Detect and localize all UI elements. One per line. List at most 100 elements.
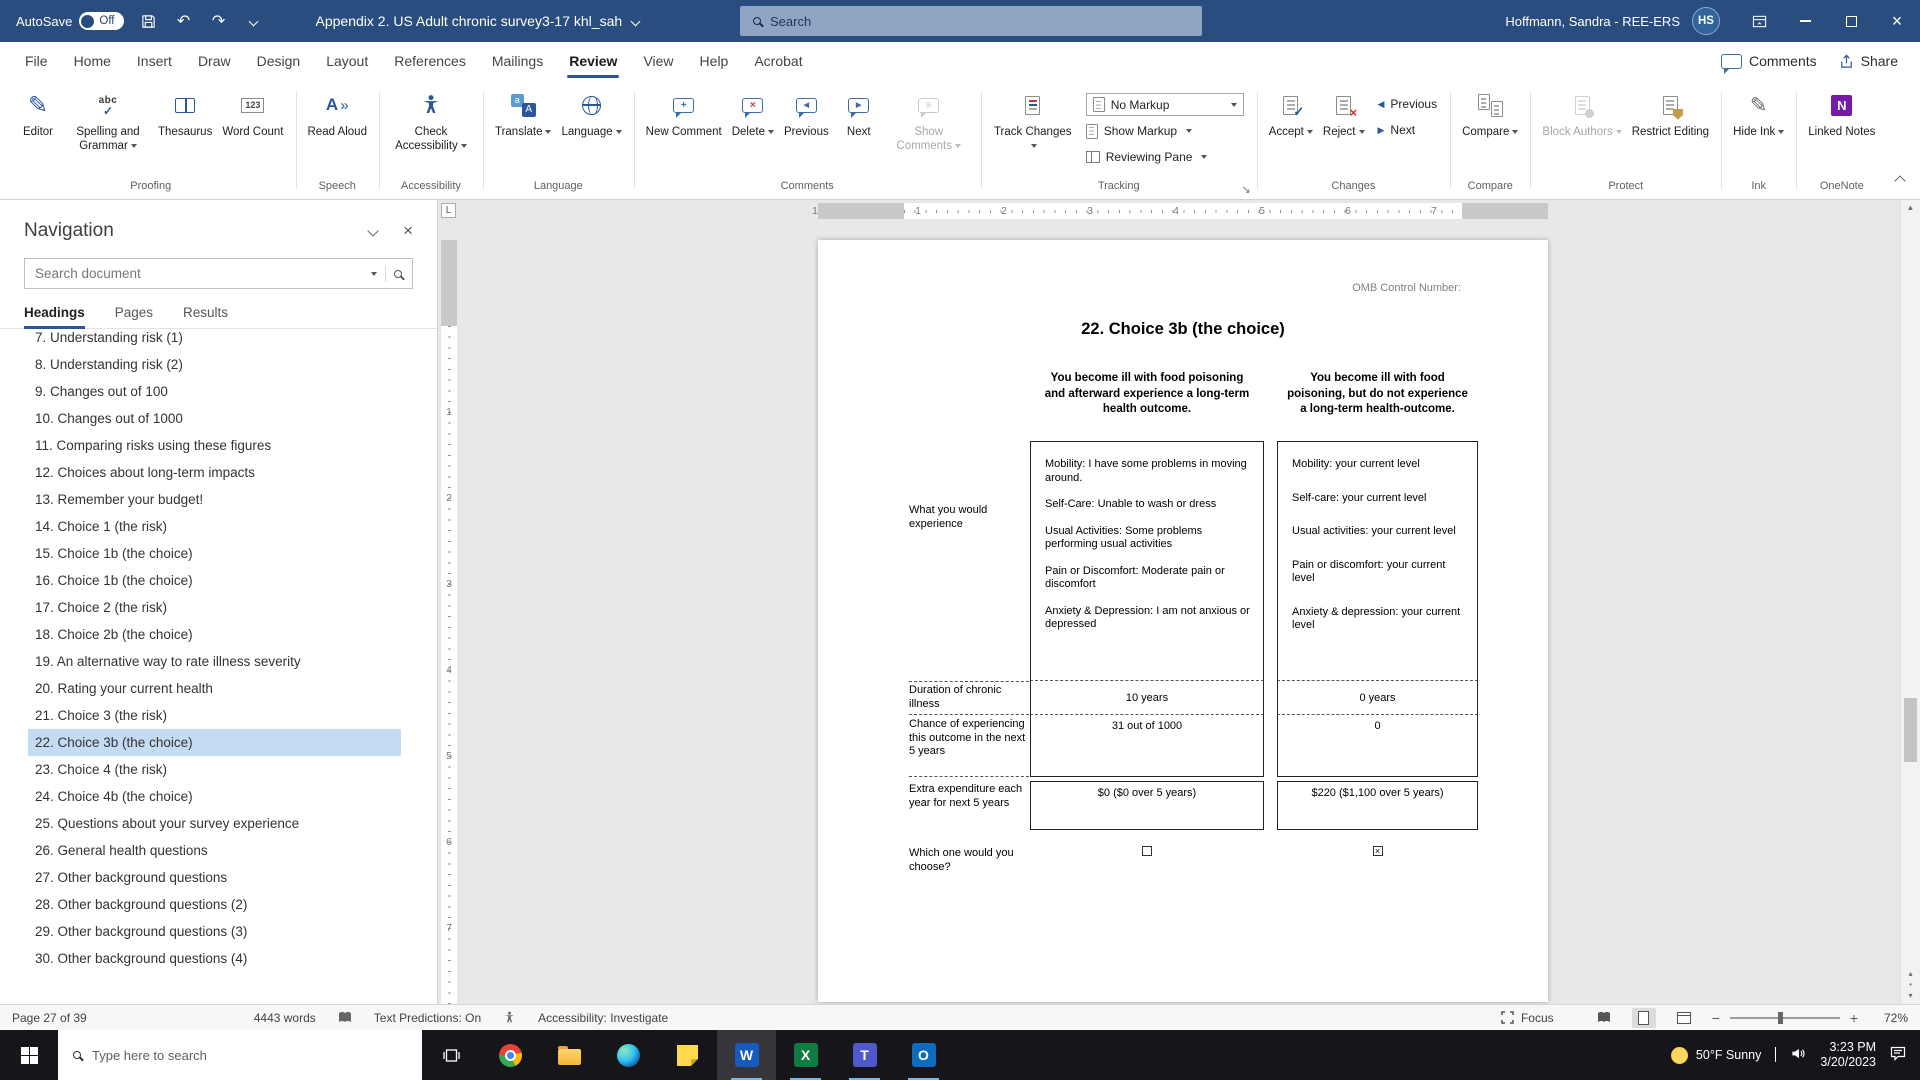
action-center-button[interactable] xyxy=(1890,1046,1906,1064)
collapse-ribbon-button[interactable] xyxy=(1896,172,1904,190)
tab-review[interactable]: Review xyxy=(556,42,630,80)
accessibility-status[interactable]: Accessibility: Investigate xyxy=(538,1011,668,1025)
zoom-percentage[interactable]: 72% xyxy=(1874,1011,1908,1025)
reject-button[interactable]: × Reject xyxy=(1318,84,1370,178)
zoom-slider[interactable] xyxy=(1730,1017,1840,1019)
word-button[interactable]: W xyxy=(717,1030,776,1080)
document-search-box[interactable] xyxy=(24,258,413,289)
tab-draw[interactable]: Draw xyxy=(185,42,244,80)
excel-button[interactable]: X xyxy=(776,1030,835,1080)
heading-item[interactable]: 20. Rating your current health xyxy=(28,675,401,702)
heading-item[interactable]: 18. Choice 2b (the choice) xyxy=(28,621,401,648)
web-layout-button[interactable] xyxy=(1672,1008,1696,1028)
document-search-input[interactable] xyxy=(35,266,360,281)
heading-item[interactable]: 21. Choice 3 (the risk) xyxy=(28,702,401,729)
reviewing-pane-button[interactable]: Reviewing Pane xyxy=(1086,146,1244,168)
heading-item[interactable]: 13. Remember your budget! xyxy=(28,486,401,513)
comments-button[interactable]: Comments xyxy=(1721,53,1817,69)
zoom-in-button[interactable]: + xyxy=(1850,1010,1858,1026)
heading-item[interactable]: 26. General health questions xyxy=(28,837,401,864)
tab-insert[interactable]: Insert xyxy=(124,42,185,80)
page-indicator[interactable]: Page 27 of 39 xyxy=(12,1011,87,1025)
navigation-options-button[interactable] xyxy=(369,222,377,240)
heading-item[interactable]: 19. An alternative way to rate illness s… xyxy=(28,648,401,675)
volume-button[interactable] xyxy=(1790,1046,1806,1064)
heading-item-selected[interactable]: 22. Choice 3b (the choice) xyxy=(28,729,401,756)
translate-button[interactable]: Translate xyxy=(490,84,557,178)
hidden-icons-button[interactable] xyxy=(1775,1048,1776,1062)
word-count-button[interactable]: Word Count xyxy=(217,84,288,178)
start-button[interactable] xyxy=(0,1030,58,1080)
spelling-grammar-button[interactable]: abc✓ Spelling and Grammar xyxy=(63,84,153,178)
weather-widget[interactable]: 50°F Sunny xyxy=(1671,1047,1761,1064)
zoom-out-button[interactable]: − xyxy=(1712,1010,1720,1026)
file-explorer-button[interactable] xyxy=(540,1030,599,1080)
choice-checkbox-2[interactable]: × xyxy=(1373,846,1383,856)
avatar[interactable]: HS xyxy=(1692,7,1720,35)
search-input[interactable] xyxy=(770,14,1150,29)
editor-button[interactable]: Editor xyxy=(13,84,63,178)
share-button[interactable]: Share xyxy=(1839,53,1898,69)
thesaurus-button[interactable]: Thesaurus xyxy=(153,84,217,178)
tab-selector[interactable] xyxy=(438,200,460,222)
tab-home[interactable]: Home xyxy=(61,42,124,80)
heading-item[interactable]: 23. Choice 4 (the risk) xyxy=(28,756,401,783)
edge-button[interactable] xyxy=(599,1030,658,1080)
hide-ink-button[interactable]: Hide Ink xyxy=(1728,84,1789,178)
focus-button[interactable]: Focus xyxy=(1501,1011,1554,1025)
tab-help[interactable]: Help xyxy=(687,42,742,80)
redo-button[interactable]: ↷ xyxy=(209,9,229,33)
heading-item[interactable]: 24. Choice 4b (the choice) xyxy=(28,783,401,810)
text-predictions-status[interactable]: Text Predictions: On xyxy=(374,1011,481,1025)
task-view-button[interactable] xyxy=(422,1030,481,1080)
tab-results[interactable]: Results xyxy=(183,305,228,328)
heading-item[interactable]: 30. Other background questions (4) xyxy=(28,945,401,972)
taskbar-search[interactable] xyxy=(58,1030,422,1080)
document-title[interactable]: Appendix 2. US Adult chronic survey3-17 … xyxy=(316,13,640,29)
heading-item[interactable]: 9. Changes out of 100 xyxy=(28,378,401,405)
scrollbar-thumb[interactable] xyxy=(1904,698,1917,762)
choice-checkbox-1[interactable] xyxy=(1142,846,1152,856)
tab-file[interactable]: File xyxy=(12,42,61,80)
heading-item[interactable]: 29. Other background questions (3) xyxy=(28,918,401,945)
save-button[interactable] xyxy=(139,9,159,33)
heading-item[interactable]: 28. Other background questions (2) xyxy=(28,891,401,918)
word-count-indicator[interactable]: 4443 words xyxy=(254,1011,316,1025)
tab-pages[interactable]: Pages xyxy=(115,305,153,328)
search-bar[interactable] xyxy=(740,6,1202,36)
heading-item[interactable]: 8. Understanding risk (2) xyxy=(28,351,401,378)
previous-comment-button[interactable]: Previous xyxy=(779,84,834,178)
close-button[interactable]: × xyxy=(1874,0,1920,42)
autosave-toggle[interactable]: AutoSave Off xyxy=(16,12,124,30)
heading-item[interactable]: 25. Questions about your survey experien… xyxy=(28,810,401,837)
heading-item[interactable]: 7. Understanding risk (1) xyxy=(28,329,401,351)
vertical-scrollbar[interactable]: ▲ ▴•▾ xyxy=(1900,200,1920,1004)
check-accessibility-button[interactable]: Check Accessibility xyxy=(386,84,476,178)
heading-item[interactable]: 16. Choice 1b (the choice) xyxy=(28,567,401,594)
heading-item[interactable]: 11. Comparing risks using these figures xyxy=(28,432,401,459)
next-comment-button[interactable]: Next xyxy=(834,84,884,178)
tab-references[interactable]: References xyxy=(381,42,479,80)
show-comments-button[interactable]: Show Comments xyxy=(884,84,974,178)
heading-item[interactable]: 10. Changes out of 1000 xyxy=(28,405,401,432)
heading-item[interactable]: 27. Other background questions xyxy=(28,864,401,891)
heading-item[interactable]: 15. Choice 1b (the choice) xyxy=(28,540,401,567)
language-button[interactable]: Language xyxy=(556,84,626,178)
tab-design[interactable]: Design xyxy=(244,42,314,80)
track-changes-button[interactable]: Track Changes xyxy=(988,84,1078,178)
proofing-status-icon[interactable] xyxy=(338,1011,352,1024)
tab-headings[interactable]: Headings xyxy=(24,305,85,328)
linked-notes-button[interactable]: Linked Notes xyxy=(1803,84,1880,178)
tab-mailings[interactable]: Mailings xyxy=(479,42,556,80)
tracking-dialog-launcher[interactable]: ↘ xyxy=(1242,183,1251,196)
new-comment-button[interactable]: New Comment xyxy=(641,84,727,178)
clock[interactable]: 3:23 PM 3/20/2023 xyxy=(1820,1040,1876,1070)
tab-layout[interactable]: Layout xyxy=(313,42,381,80)
display-for-review-select[interactable]: No Markup xyxy=(1086,93,1244,116)
accessibility-status-icon[interactable] xyxy=(503,1011,516,1024)
block-authors-button[interactable]: Block Authors xyxy=(1537,84,1626,178)
print-layout-button[interactable] xyxy=(1632,1008,1656,1028)
delete-comment-button[interactable]: Delete xyxy=(727,84,779,178)
restrict-editing-button[interactable]: Restrict Editing xyxy=(1627,84,1714,178)
customize-toolbar-button[interactable] xyxy=(244,9,264,33)
